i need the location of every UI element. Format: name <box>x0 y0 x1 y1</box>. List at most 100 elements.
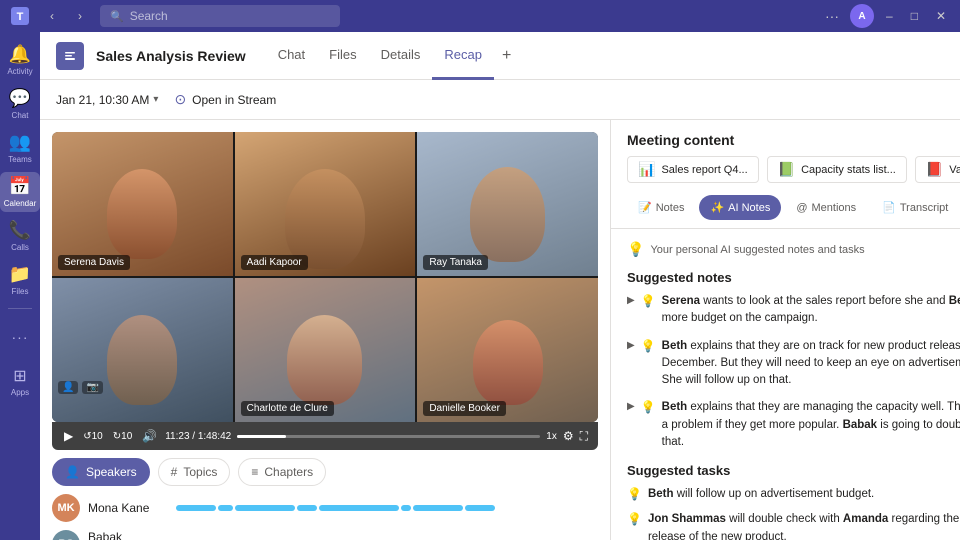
video-section: Serena Davis Aadi Kapoor <box>40 120 610 540</box>
more-options-icon[interactable]: ··· <box>820 4 844 28</box>
sidebar-item-label-teams: Teams <box>8 155 32 164</box>
nav-buttons: ‹ › <box>40 4 92 28</box>
ai-hint-left: 💡 Your personal AI suggested notes and t… <box>627 241 865 258</box>
expand-icon[interactable]: ▶ <box>627 401 635 412</box>
speaker-tabs: 👤 Speakers # Topics ≡ Chapters <box>52 458 598 486</box>
sidebar-item-files[interactable]: 📁 Files <box>0 260 40 300</box>
bar-segment <box>401 505 411 511</box>
tab-transcript[interactable]: 📄 Transcript <box>871 195 959 220</box>
file-icon-pitch: 📕 <box>926 161 943 178</box>
date-selector[interactable]: Jan 21, 10:30 AM ▾ <box>56 93 158 107</box>
recap-toolbar: Jan 21, 10:30 AM ▾ ⊙ Open in Stream <box>40 80 960 120</box>
avatar-bg: BS <box>52 530 80 540</box>
bar-segment <box>176 505 216 511</box>
speakers-icon: 👤 <box>65 465 80 479</box>
file-icon-sales: 📊 <box>638 161 655 178</box>
meeting-content-header: Meeting content See all <box>611 120 960 156</box>
sidebar-item-teams[interactable]: 👥 Teams <box>0 128 40 168</box>
video-cell-serena: Serena Davis <box>52 132 233 276</box>
file-icon-capacity: 📗 <box>778 161 795 178</box>
task-icon: 💡 <box>627 487 642 501</box>
sidebar-item-label-calls: Calls <box>11 243 29 252</box>
speaker-tab-chapters[interactable]: ≡ Chapters <box>238 458 326 486</box>
bar-segment <box>413 505 463 511</box>
suggested-note: ▶ 💡 Beth explains that they are on track… <box>627 338 960 390</box>
add-tab-button[interactable]: + <box>494 32 519 80</box>
file-chip-sales[interactable]: 📊 Sales report Q4... <box>627 156 759 183</box>
tab-details[interactable]: Details <box>369 32 433 80</box>
avatar: BS <box>52 530 80 540</box>
task-item: 💡 Jon Shammas will double check with Ama… <box>627 511 960 540</box>
notes-label: Notes <box>656 202 685 214</box>
maximize-button[interactable]: □ <box>905 9 924 23</box>
volume-button[interactable]: 🔊 <box>140 427 159 445</box>
sidebar-item-label-calendar: Calendar <box>4 199 36 208</box>
sidebar-item-chat[interactable]: 💬 Chat <box>0 84 40 124</box>
channel-header: Sales Analysis Review Chat Files Details… <box>40 32 960 80</box>
ai-hint-text: Your personal AI suggested notes and tas… <box>650 244 864 256</box>
window-close-button[interactable]: ✕ <box>930 9 952 23</box>
bar-segment <box>218 505 233 511</box>
tab-chat[interactable]: Chat <box>266 32 317 80</box>
video-label-aadi: Aadi Kapoor <box>241 255 308 270</box>
video-label-ray: Ray Tanaka <box>423 255 488 270</box>
settings-button[interactable]: ⚙ <box>563 429 574 443</box>
rewind-button[interactable]: ↺10 <box>81 429 105 444</box>
sidebar-item-more[interactable]: ··· <box>0 317 40 357</box>
expand-icon[interactable]: ▶ <box>627 340 635 351</box>
open-stream-button[interactable]: ⊙ Open in Stream <box>174 91 276 108</box>
transcript-icon: 📄 <box>882 201 896 214</box>
task-text: Beth will follow up on advertisement bud… <box>648 486 874 503</box>
ai-note-icon: 💡 <box>641 339 656 353</box>
speaker-tab-speakers[interactable]: 👤 Speakers <box>52 458 150 486</box>
progress-bar[interactable] <box>237 435 540 438</box>
tab-ai-notes[interactable]: ✨ AI Notes <box>699 195 781 220</box>
sidebar-item-apps[interactable]: ⊞ Apps <box>0 361 40 401</box>
chevron-down-icon: ▾ <box>153 94 158 105</box>
nav-back-button[interactable]: ‹ <box>40 4 64 28</box>
teams-logo-icon: T <box>8 4 32 28</box>
search-input[interactable] <box>130 9 330 23</box>
files-icon: 📁 <box>9 264 31 285</box>
tab-files[interactable]: Files <box>317 32 368 80</box>
speaker-list: MK Mona Kane <box>52 494 598 540</box>
playback-speed-button[interactable]: 1x <box>546 431 557 442</box>
chapters-icon: ≡ <box>251 465 258 479</box>
file-chip-capacity[interactable]: 📗 Capacity stats list... <box>767 156 907 183</box>
sidebar-item-activity[interactable]: 🔔 Activity <box>0 40 40 80</box>
ai-note-icon: 💡 <box>641 294 656 308</box>
fullscreen-button[interactable]: ⛶ <box>580 429 588 444</box>
sidebar-item-label-chat: Chat <box>12 111 29 120</box>
channel-title: Sales Analysis Review <box>96 48 246 64</box>
calendar-icon: 📅 <box>9 176 31 197</box>
channel-tabs: Chat Files Details Recap + <box>266 32 520 80</box>
minimize-button[interactable]: – <box>880 9 899 23</box>
user-avatar[interactable]: A <box>850 4 874 28</box>
sidebar-item-calendar[interactable]: 📅 Calendar <box>0 172 40 212</box>
note-text: Beth explains that they are managing the… <box>662 399 960 451</box>
sidebar-item-calls[interactable]: 📞 Calls <box>0 216 40 256</box>
expand-icon[interactable]: ▶ <box>627 295 635 306</box>
file-chip-pitch[interactable]: 📕 VanArsdelPitchDe... <box>915 156 960 183</box>
mentions-label: Mentions <box>812 202 857 214</box>
nav-forward-button[interactable]: › <box>68 4 92 28</box>
suggested-note: ▶ 💡 Serena wants to look at the sales re… <box>627 293 960 328</box>
play-button[interactable]: ▶ <box>62 427 75 445</box>
video-cell-aadi: Aadi Kapoor <box>235 132 416 276</box>
mentions-icon: @ <box>796 202 807 214</box>
video-wrapper: Serena Davis Aadi Kapoor <box>52 132 598 450</box>
tab-mentions[interactable]: @ Mentions <box>785 195 867 220</box>
forward-button[interactable]: ↻10 <box>111 429 135 444</box>
main-content: Sales Analysis Review Chat Files Details… <box>40 32 960 540</box>
apps-icon: ⊞ <box>13 366 26 386</box>
search-bar[interactable]: 🔍 <box>100 5 340 27</box>
bar-segment <box>297 505 317 511</box>
tab-recap[interactable]: Recap <box>432 32 494 80</box>
notes-icon: 📝 <box>638 201 652 214</box>
list-item: BS Babak Shammas <box>52 530 598 540</box>
tab-notes[interactable]: 📝 Notes <box>627 195 695 220</box>
more-icon: ··· <box>12 329 29 345</box>
app-layout: 🔔 Activity 💬 Chat 👥 Teams 📅 Calendar 📞 C… <box>0 32 960 540</box>
speaker-tab-topics[interactable]: # Topics <box>158 458 231 486</box>
title-bar-right: ··· A – □ ✕ <box>820 4 952 28</box>
